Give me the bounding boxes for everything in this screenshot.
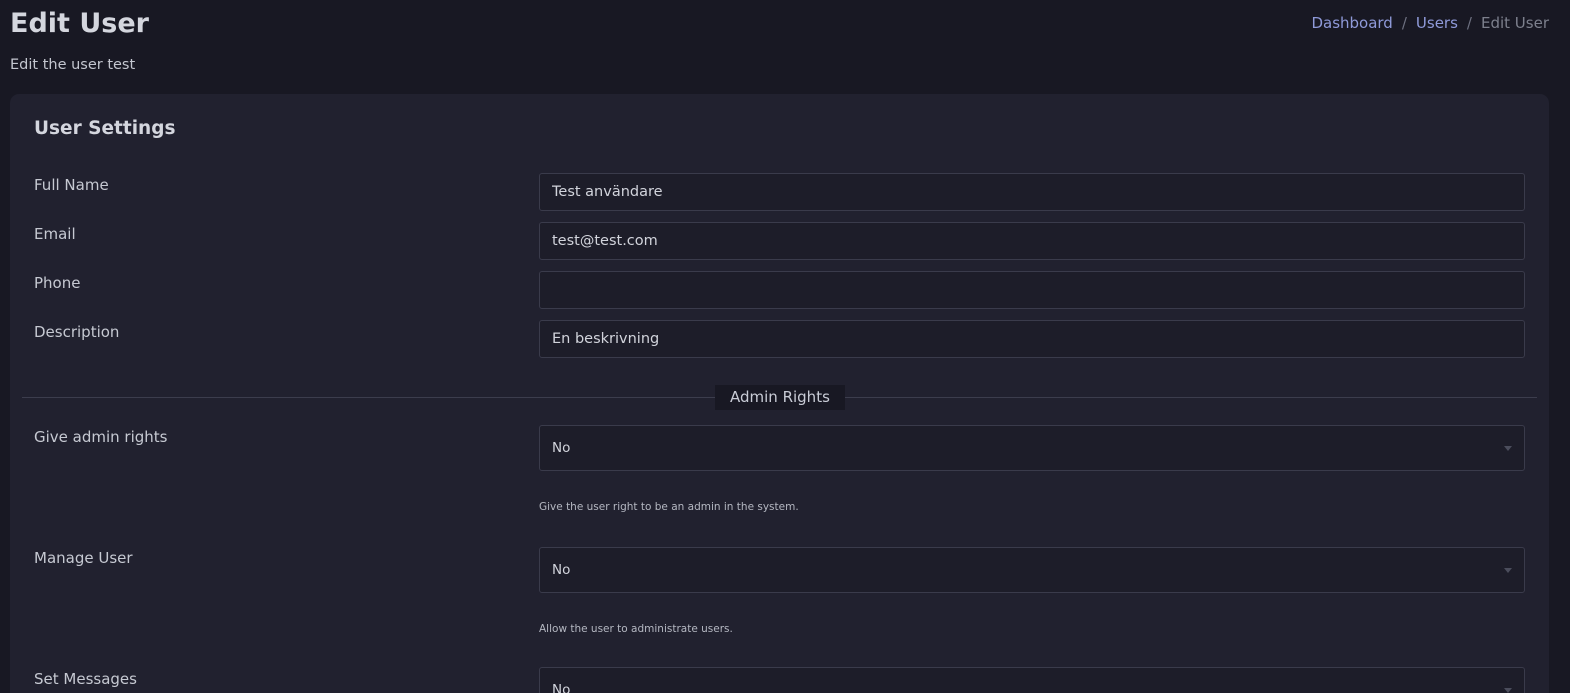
phone-input[interactable] bbox=[539, 271, 1525, 309]
email-label: Email bbox=[34, 225, 76, 243]
breadcrumb-dashboard-link[interactable]: Dashboard bbox=[1311, 14, 1392, 32]
user-settings-card: User Settings Full Name Email Phone Desc… bbox=[10, 94, 1549, 693]
phone-label: Phone bbox=[34, 274, 81, 292]
set-messages-value: No bbox=[552, 682, 571, 693]
manage-user-label: Manage User bbox=[34, 549, 133, 567]
full-name-input[interactable] bbox=[539, 173, 1525, 211]
chevron-down-icon bbox=[1504, 446, 1512, 451]
description-input[interactable] bbox=[539, 320, 1525, 358]
breadcrumb-users-link[interactable]: Users bbox=[1416, 14, 1458, 32]
give-admin-value: No bbox=[552, 440, 571, 456]
give-admin-select[interactable]: No bbox=[539, 425, 1525, 471]
breadcrumb: Dashboard / Users / Edit User bbox=[1311, 14, 1549, 32]
manage-user-help: Allow the user to administrate users. bbox=[539, 623, 733, 635]
admin-rights-heading: Admin Rights bbox=[715, 385, 845, 410]
email-input[interactable] bbox=[539, 222, 1525, 260]
description-label: Description bbox=[34, 323, 120, 341]
page-subtitle: Edit the user test bbox=[10, 57, 136, 73]
give-admin-label: Give admin rights bbox=[34, 428, 168, 446]
manage-user-value: No bbox=[552, 562, 571, 578]
breadcrumb-current: Edit User bbox=[1480, 14, 1549, 32]
full-name-label: Full Name bbox=[34, 176, 109, 194]
page-title: Edit User bbox=[10, 8, 149, 39]
give-admin-help: Give the user right to be an admin in th… bbox=[539, 501, 799, 513]
set-messages-label: Set Messages bbox=[34, 670, 137, 688]
breadcrumb-separator: / bbox=[1466, 14, 1472, 32]
set-messages-select[interactable]: No bbox=[539, 667, 1525, 693]
chevron-down-icon bbox=[1504, 688, 1512, 693]
chevron-down-icon bbox=[1504, 568, 1512, 573]
card-title: User Settings bbox=[34, 118, 176, 139]
edit-user-page: Edit User Edit the user test Dashboard /… bbox=[0, 0, 1570, 693]
breadcrumb-separator: / bbox=[1401, 14, 1407, 32]
manage-user-select[interactable]: No bbox=[539, 547, 1525, 593]
